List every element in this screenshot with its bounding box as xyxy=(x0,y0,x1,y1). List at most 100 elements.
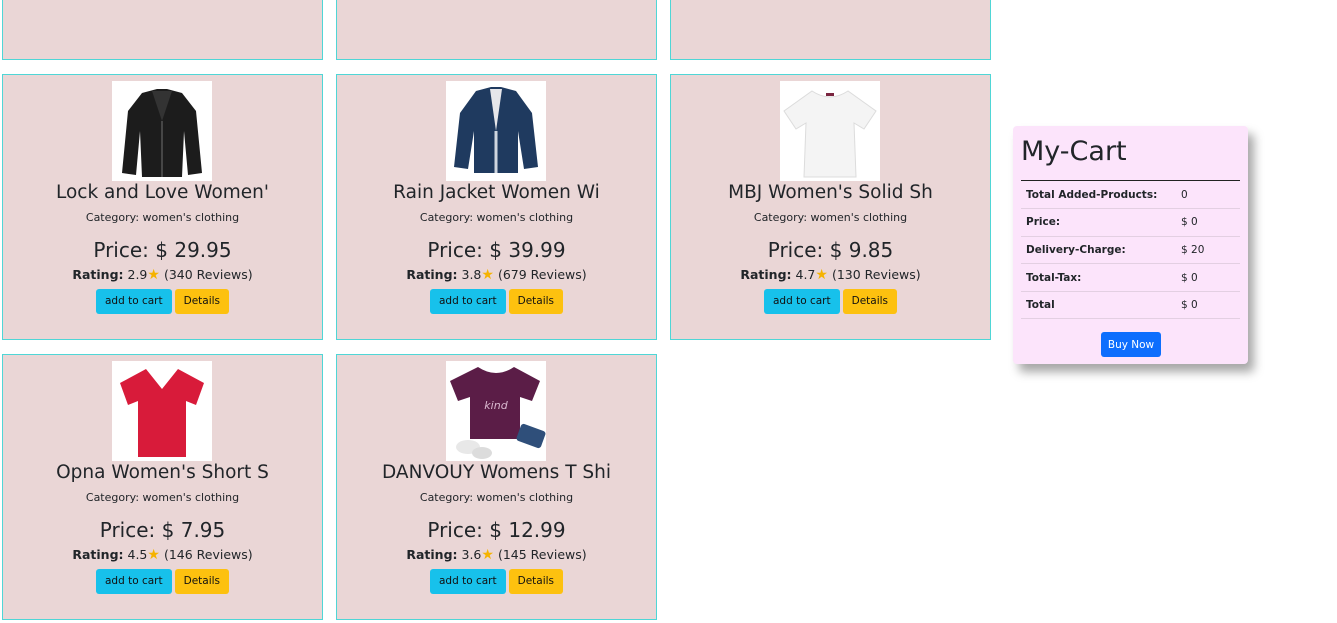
price-value: 9.85 xyxy=(848,238,894,262)
product-card-partial: add to cart Details Rating: 2.2 (446 Rev… xyxy=(336,0,657,60)
star-icon: ★ xyxy=(147,267,160,283)
cart-row-value: $ 20 xyxy=(1176,236,1240,265)
category-label: Category: xyxy=(419,211,474,224)
rating-label: Rating: xyxy=(72,547,124,562)
category-value: women's clothing xyxy=(476,211,574,224)
card-actions: add to cart Details xyxy=(671,289,990,314)
svg-text:kind: kind xyxy=(484,399,508,412)
cart-row-value: $ 0 xyxy=(1176,208,1240,237)
product-rating: Rating: 3.6★ (145 Reviews) xyxy=(337,547,656,563)
card-actions: add to cart Details xyxy=(3,569,322,594)
category-label: Category: xyxy=(419,491,474,504)
cart-row-label: Total xyxy=(1021,291,1176,320)
leather-jacket-image xyxy=(112,81,212,181)
price-label: Price: $ xyxy=(93,238,168,262)
product-price: Price: $ 12.99 xyxy=(337,517,656,543)
add-to-cart-button[interactable]: add to cart xyxy=(95,569,172,594)
card-actions: add to cart Details xyxy=(337,569,656,594)
cart-panel: My-Cart Total Added-Products: 0 Price: $… xyxy=(1013,126,1248,364)
buy-now-button[interactable]: Buy Now xyxy=(1101,332,1161,357)
price-value: 39.99 xyxy=(508,238,566,262)
rating-value: 3.6 xyxy=(461,547,482,562)
product-category: Category: women's clothing xyxy=(337,211,656,225)
product-rating: Rating: 3.8★ (679 Reviews) xyxy=(337,267,656,283)
product-card-partial: add to cart Details Rating: 2.9 (230 Rev… xyxy=(670,0,991,60)
cart-row-value: $ 0 xyxy=(1176,263,1240,292)
product-price: Price: $ 9.85 xyxy=(671,237,990,263)
review-count: (679 Reviews) xyxy=(497,267,587,282)
cart-row-value: $ 0 xyxy=(1176,291,1240,320)
review-count: (145 Reviews) xyxy=(497,547,587,562)
category-value: women's clothing xyxy=(142,211,240,224)
add-to-cart-button[interactable]: add to cart xyxy=(763,289,840,314)
rating-label: Rating: xyxy=(406,547,458,562)
product-title: Lock and Love Women' xyxy=(55,182,269,203)
product-title: DANVOUY Womens T Shi xyxy=(382,462,611,483)
product-rating: Rating: 4.5★ (146 Reviews) xyxy=(3,547,322,563)
card-actions: add to cart Details xyxy=(3,289,322,314)
product-category: Category: women's clothing xyxy=(3,211,322,225)
price-value: 7.95 xyxy=(180,518,226,542)
category-label: Category: xyxy=(85,491,140,504)
price-label: Price: $ xyxy=(427,518,502,542)
review-count: (340 Reviews) xyxy=(163,267,253,282)
star-icon: ★ xyxy=(481,547,494,563)
price-value: 12.99 xyxy=(508,518,566,542)
star-icon: ★ xyxy=(147,547,160,563)
review-count: (130 Reviews) xyxy=(831,267,921,282)
add-to-cart-button[interactable]: add to cart xyxy=(429,569,506,594)
cart-row-label: Total-Tax: xyxy=(1021,263,1176,292)
price-label: Price: $ xyxy=(767,238,843,262)
star-icon: ★ xyxy=(815,267,828,283)
category-label: Category: xyxy=(85,211,140,224)
rating-label: Rating: xyxy=(406,267,458,282)
cart-row: Price: $ 0 xyxy=(1021,208,1240,237)
product-title: MBJ Women's Solid Sh xyxy=(728,182,933,203)
add-to-cart-button[interactable]: add to cart xyxy=(429,289,506,314)
price-label: Price: $ xyxy=(427,238,502,262)
details-button[interactable]: Details xyxy=(842,289,898,314)
price-value: 29.95 xyxy=(174,238,232,262)
card-actions: add to cart Details xyxy=(337,289,656,314)
product-category: Category: women's clothing xyxy=(671,211,990,225)
product-price: Price: $ 7.95 xyxy=(3,517,322,543)
product-rating: Rating: 4.7★ (130 Reviews) xyxy=(671,267,990,283)
category-label: Category: xyxy=(753,211,808,224)
cart-row-label: Total Added-Products: xyxy=(1021,181,1176,210)
details-button[interactable]: Details xyxy=(174,289,230,314)
cart-row: Delivery-Charge: $ 20 xyxy=(1021,236,1240,265)
rating-value: 4.7 xyxy=(795,267,816,282)
price-label: Price: $ xyxy=(99,518,175,542)
product-title: Rain Jacket Women Wi xyxy=(393,182,600,203)
star-icon: ★ xyxy=(481,267,494,283)
details-button[interactable]: Details xyxy=(508,569,564,594)
white-top-image xyxy=(780,81,880,181)
cart-row-label: Price: xyxy=(1021,208,1176,237)
product-category: Category: women's clothing xyxy=(3,491,322,505)
product-rating: Rating: 2.9★ (340 Reviews) xyxy=(3,267,322,283)
add-to-cart-button[interactable]: add to cart xyxy=(95,289,172,314)
product-title: Opna Women's Short S xyxy=(56,462,269,483)
rain-jacket-image xyxy=(446,81,546,181)
cart-summary-table: Total Added-Products: 0 Price: $ 0 Deliv… xyxy=(1021,181,1240,320)
product-price: Price: $ 29.95 xyxy=(3,237,322,263)
details-button[interactable]: Details xyxy=(174,569,230,594)
cart-title: My-Cart xyxy=(1021,134,1240,181)
details-button[interactable]: Details xyxy=(508,289,564,314)
red-tshirt-image xyxy=(112,361,212,461)
review-count: (146 Reviews) xyxy=(163,547,253,562)
purple-tshirt-image: kind xyxy=(446,361,546,461)
product-card: Rain Jacket Women Wi Category: women's c… xyxy=(336,74,657,340)
cart-row-value: 0 xyxy=(1176,181,1240,210)
product-card: MBJ Women's Solid Sh Category: women's c… xyxy=(670,74,991,340)
cart-row: Total Added-Products: 0 xyxy=(1021,181,1240,210)
rating-value: 4.5 xyxy=(127,547,148,562)
cart-row-label: Delivery-Charge: xyxy=(1021,236,1176,265)
category-value: women's clothing xyxy=(476,491,574,504)
product-card-partial: add to cart Details Rating: 2.3 (259 Rev… xyxy=(2,0,323,60)
rating-label: Rating: xyxy=(72,267,124,282)
cart-row: Total-Tax: $ 0 xyxy=(1021,263,1240,292)
product-category: Category: women's clothing xyxy=(337,491,656,505)
product-card: Lock and Love Women' Category: women's c… xyxy=(2,74,323,340)
product-card: Opna Women's Short S Category: women's c… xyxy=(2,354,323,620)
